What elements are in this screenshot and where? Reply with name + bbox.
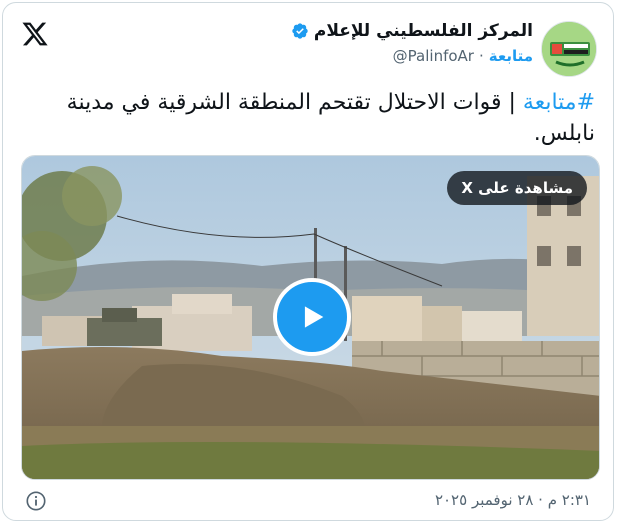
tweet-embed-card: المركز الفلسطيني للإعلام متابعة · @Palin…	[2, 2, 614, 521]
follow-button[interactable]: متابعة	[489, 47, 533, 65]
video-thumbnail[interactable]: مشاهدة على X	[21, 155, 600, 480]
avatar[interactable]	[541, 21, 597, 77]
play-icon	[304, 306, 324, 328]
tweet-timestamp[interactable]: ٢:٣١ م · ٢٨ نوفمبر ٢٠٢٥	[435, 491, 591, 509]
author-display-name[interactable]: المركز الفلسطيني للإعلام	[314, 21, 533, 41]
verified-badge-icon	[292, 23, 308, 39]
palinfo-logo-icon	[542, 22, 596, 76]
tweet-text: #متابعة | قوات الاحتلال تقتحم المنطقة ال…	[20, 87, 595, 149]
tweet-text-body: | قوات الاحتلال تقتحم المنطقة الشرقية في…	[66, 90, 595, 146]
x-logo-icon[interactable]	[21, 20, 49, 48]
play-button[interactable]	[273, 278, 351, 356]
watch-on-x-button[interactable]: مشاهدة على X	[447, 171, 587, 205]
author-block: المركز الفلسطيني للإعلام متابعة · @Palin…	[291, 21, 533, 65]
author-handle[interactable]: @PalinfoAr	[393, 47, 474, 65]
info-icon[interactable]	[25, 490, 47, 512]
separator-dot: ·	[478, 47, 484, 65]
hashtag-link[interactable]: #متابعة	[523, 90, 595, 115]
